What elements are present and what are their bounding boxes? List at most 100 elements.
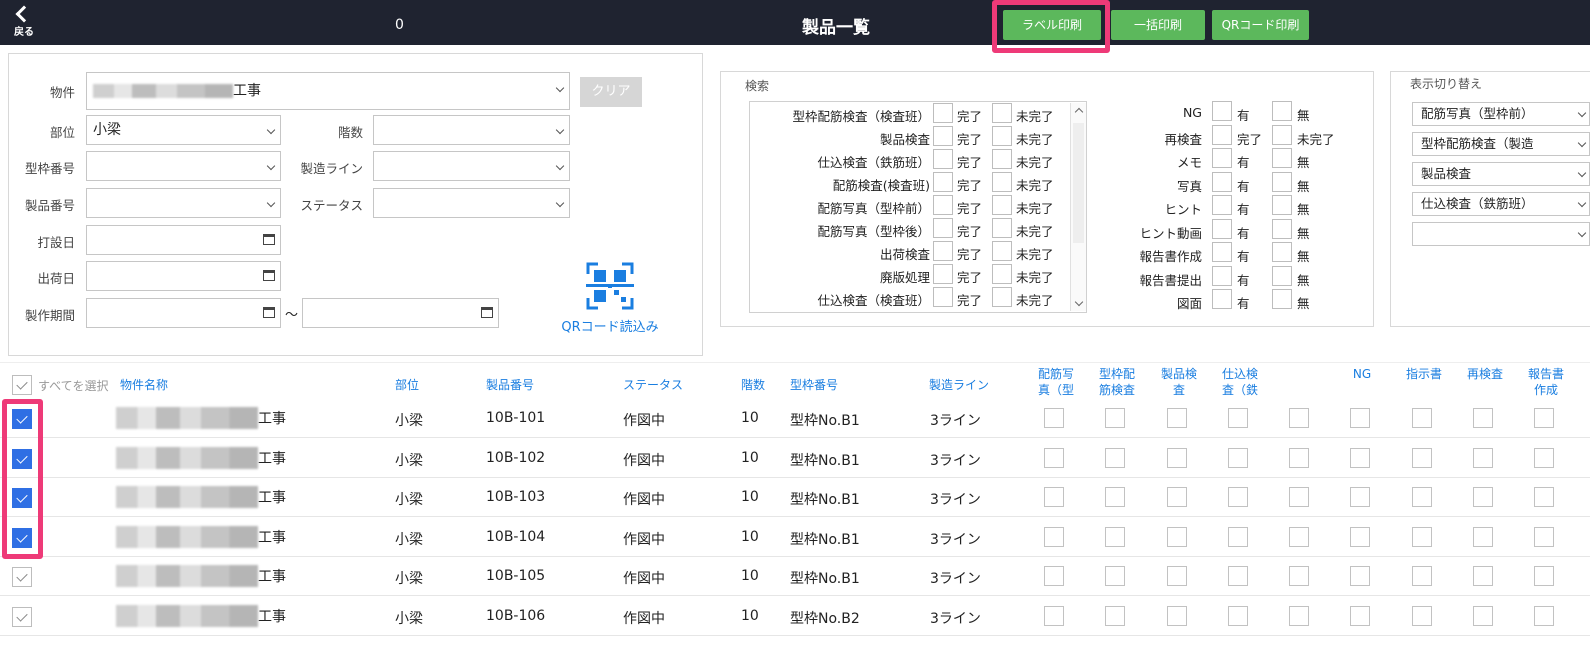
status-select[interactable] bbox=[373, 188, 570, 218]
search-checkbox[interactable] bbox=[1272, 195, 1292, 215]
property-select[interactable]: 工事 bbox=[86, 72, 570, 110]
row-status-checkbox[interactable] bbox=[1412, 526, 1432, 547]
row-status-checkbox[interactable] bbox=[1350, 487, 1370, 507]
row-checkbox[interactable] bbox=[12, 448, 32, 469]
table-row[interactable]: 工事 小梁 10B-101 作図中 10 型枠No.B1 3ライン bbox=[0, 399, 1590, 438]
search-checkbox[interactable] bbox=[1272, 171, 1292, 192]
row-status-checkbox[interactable] bbox=[1534, 487, 1554, 507]
row-status-checkbox[interactable] bbox=[1167, 526, 1187, 547]
row-checkbox[interactable] bbox=[12, 409, 32, 429]
header-status[interactable]: ステータス bbox=[623, 377, 683, 393]
select-all-checkbox[interactable] bbox=[12, 375, 32, 395]
row-status-checkbox[interactable] bbox=[1350, 566, 1370, 586]
search-checkbox-complete[interactable] bbox=[933, 149, 953, 169]
row-status-checkbox[interactable] bbox=[1350, 526, 1370, 547]
row-status-checkbox[interactable] bbox=[1105, 566, 1125, 586]
row-status-checkbox[interactable] bbox=[1289, 566, 1309, 586]
row-status-checkbox[interactable] bbox=[1534, 605, 1554, 626]
row-status-checkbox[interactable] bbox=[1412, 447, 1432, 468]
search-checkbox[interactable] bbox=[1212, 171, 1232, 192]
row-status-checkbox[interactable] bbox=[1289, 605, 1309, 626]
bulk-print-button[interactable]: 一括印刷 bbox=[1111, 10, 1205, 40]
search-checkbox-complete[interactable] bbox=[933, 241, 953, 261]
search-checkbox[interactable] bbox=[1212, 265, 1232, 286]
search-scrollbar[interactable] bbox=[1070, 103, 1086, 311]
header-check-column[interactable]: 仕込検 査（鉄 bbox=[1218, 366, 1262, 398]
row-status-checkbox[interactable] bbox=[1167, 566, 1187, 586]
row-status-checkbox[interactable] bbox=[1044, 526, 1064, 547]
row-status-checkbox[interactable] bbox=[1167, 487, 1187, 507]
row-status-checkbox[interactable] bbox=[1044, 447, 1064, 468]
row-status-checkbox[interactable] bbox=[1473, 605, 1493, 626]
search-checkbox[interactable] bbox=[1272, 242, 1292, 262]
search-checkbox[interactable] bbox=[1212, 242, 1232, 262]
row-status-checkbox[interactable] bbox=[1228, 526, 1248, 547]
row-status-checkbox[interactable] bbox=[1105, 605, 1125, 626]
search-checkbox-incomplete[interactable] bbox=[992, 241, 1012, 261]
search-inspection-list[interactable]: 型枠配筋検査（検査班） 完了 未完了 製品検査 完了 未完了 仕込検査（鉄筋班） 完了 未完了配… bbox=[749, 101, 1087, 313]
row-status-checkbox[interactable] bbox=[1473, 408, 1493, 428]
row-status-checkbox[interactable] bbox=[1534, 566, 1554, 586]
clear-button[interactable]: クリア bbox=[580, 77, 642, 107]
row-status-checkbox[interactable] bbox=[1044, 605, 1064, 626]
row-checkbox[interactable] bbox=[12, 527, 32, 548]
header-check-column[interactable]: 指示書 bbox=[1402, 366, 1446, 382]
header-check-column[interactable]: 型枠配 筋検査 bbox=[1095, 366, 1139, 398]
row-status-checkbox[interactable] bbox=[1350, 447, 1370, 468]
header-product-number[interactable]: 製品番号 bbox=[486, 377, 534, 393]
row-status-checkbox[interactable] bbox=[1044, 566, 1064, 586]
row-status-checkbox[interactable] bbox=[1228, 408, 1248, 428]
row-status-checkbox[interactable] bbox=[1105, 487, 1125, 507]
display-toggle-select[interactable]: 型枠配筋検査（製造 bbox=[1412, 132, 1590, 156]
row-status-checkbox[interactable] bbox=[1412, 566, 1432, 586]
display-toggle-select[interactable]: 配筋写真（型枠前） bbox=[1412, 102, 1590, 126]
scroll-thumb[interactable] bbox=[1073, 123, 1084, 243]
period-end-input[interactable] bbox=[302, 298, 499, 328]
table-row[interactable]: 工事 小梁 10B-105 作図中 10 型枠No.B1 3ライン bbox=[0, 557, 1590, 596]
product-number-select[interactable] bbox=[86, 188, 281, 218]
search-checkbox[interactable] bbox=[1212, 148, 1232, 168]
search-checkbox[interactable] bbox=[1212, 218, 1232, 239]
row-status-checkbox[interactable] bbox=[1228, 605, 1248, 626]
casting-date-input[interactable] bbox=[86, 225, 281, 255]
period-start-input[interactable] bbox=[86, 298, 281, 328]
qr-print-button[interactable]: QRコード印刷 bbox=[1212, 10, 1309, 40]
search-checkbox[interactable] bbox=[1212, 101, 1232, 121]
row-status-checkbox[interactable] bbox=[1534, 408, 1554, 428]
row-checkbox[interactable] bbox=[12, 606, 32, 627]
row-status-checkbox[interactable] bbox=[1105, 526, 1125, 547]
header-check-column[interactable]: 製品検査 bbox=[1157, 366, 1201, 398]
search-checkbox[interactable] bbox=[1212, 195, 1232, 215]
row-status-checkbox[interactable] bbox=[1289, 408, 1309, 428]
header-check-column[interactable]: 配筋写 真（型 bbox=[1034, 366, 1078, 398]
row-status-checkbox[interactable] bbox=[1289, 487, 1309, 507]
header-property[interactable]: 物件名称 bbox=[120, 377, 168, 393]
row-status-checkbox[interactable] bbox=[1289, 526, 1309, 547]
search-checkbox[interactable] bbox=[1272, 148, 1292, 168]
display-toggle-select[interactable]: 仕込検査（鉄筋班） bbox=[1412, 192, 1590, 216]
row-status-checkbox[interactable] bbox=[1473, 566, 1493, 586]
row-status-checkbox[interactable] bbox=[1228, 487, 1248, 507]
row-status-checkbox[interactable] bbox=[1228, 566, 1248, 586]
row-status-checkbox[interactable] bbox=[1412, 605, 1432, 626]
search-checkbox[interactable] bbox=[1212, 124, 1232, 145]
header-check-column[interactable]: 報告書 作成 bbox=[1524, 366, 1568, 398]
row-status-checkbox[interactable] bbox=[1105, 408, 1125, 428]
qr-read-button[interactable]: QRコード読込み bbox=[558, 262, 662, 335]
row-status-checkbox[interactable] bbox=[1473, 447, 1493, 468]
header-form-number[interactable]: 型枠番号 bbox=[790, 377, 838, 393]
row-status-checkbox[interactable] bbox=[1167, 605, 1187, 626]
search-checkbox[interactable] bbox=[1212, 289, 1232, 309]
row-status-checkbox[interactable] bbox=[1228, 447, 1248, 468]
row-status-checkbox[interactable] bbox=[1167, 408, 1187, 428]
search-checkbox[interactable] bbox=[1272, 124, 1292, 145]
search-checkbox-incomplete[interactable] bbox=[992, 126, 1012, 146]
header-floor[interactable]: 階数 bbox=[741, 377, 765, 393]
search-checkbox-incomplete[interactable] bbox=[992, 195, 1012, 215]
search-checkbox[interactable] bbox=[1272, 289, 1292, 309]
search-checkbox-incomplete[interactable] bbox=[992, 218, 1012, 238]
search-checkbox-complete[interactable] bbox=[933, 264, 953, 284]
search-checkbox-incomplete[interactable] bbox=[992, 264, 1012, 284]
row-status-checkbox[interactable] bbox=[1473, 487, 1493, 507]
search-checkbox-complete[interactable] bbox=[933, 287, 953, 307]
